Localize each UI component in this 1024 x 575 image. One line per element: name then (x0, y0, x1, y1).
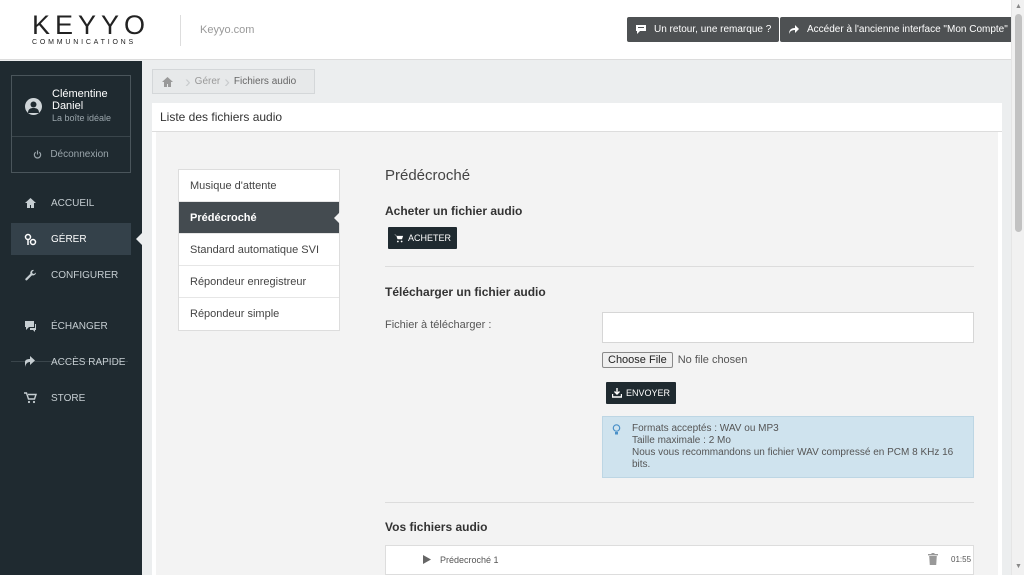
audio-file-duration: 01:55 (951, 555, 972, 564)
file-path-input[interactable] (602, 312, 974, 343)
old-interface-label: Accéder à l'ancienne interface "Mon Comp… (807, 24, 1008, 35)
feedback-button[interactable]: Un retour, une remarque ? (627, 17, 780, 42)
nav-item-acces-rapide[interactable]: ACCÈS RAPIDE (11, 346, 131, 378)
info-line-size: Taille maximale : 2 Mo (632, 435, 731, 446)
breadcrumb-home[interactable] (153, 76, 181, 88)
manage-icon (23, 233, 38, 246)
logo-subtitle: COMMUNICATIONS (32, 39, 137, 46)
buy-title: Acheter un fichier audio (385, 204, 523, 218)
send-button[interactable]: ENVOYER (606, 382, 677, 404)
lightbulb-icon (612, 424, 621, 440)
scroll-up-arrow-icon[interactable]: ▲ (1015, 3, 1022, 10)
wrench-icon (23, 269, 38, 282)
nav-label: ACCUEIL (51, 197, 95, 209)
avatar (25, 98, 42, 115)
logout-label: Déconnexion (50, 149, 109, 160)
choose-file-button[interactable]: Choose File (602, 352, 673, 368)
file-chooser: Choose File No file chosen (602, 351, 747, 369)
nav-label: ACCÈS RAPIDE (51, 356, 126, 368)
breadcrumb-current: Fichiers audio (233, 76, 297, 87)
user-first-name: Clémentine (52, 88, 108, 100)
nav-label: STORE (51, 392, 86, 404)
home-icon (23, 197, 38, 209)
scroll-down-arrow-icon[interactable]: ▼ (1015, 563, 1022, 570)
info-line-formats: Formats acceptés : WAV ou MP3 (632, 423, 779, 434)
buy-button[interactable]: ACHETER (388, 227, 458, 249)
user-card: Clémentine Daniel La boîte idéale Déconn… (11, 75, 131, 173)
divider (385, 266, 974, 267)
nav-item-accueil[interactable]: ACCUEIL (11, 187, 131, 219)
audio-file-name: Prédecroché 1 (440, 555, 499, 565)
scrollbar-thumb[interactable] (1015, 14, 1022, 232)
content-inner: Musique d'attente Prédécroché Standard a… (156, 132, 998, 575)
logo-text: KEYYO (32, 10, 151, 40)
top-bar: KEYYO COMMUNICATIONS Keyyo.com Un retour… (0, 0, 1016, 60)
user-icon (28, 101, 39, 113)
tab-repondeur-enregistreur[interactable]: Répondeur enregistreur (179, 266, 339, 298)
cart-icon (23, 392, 38, 404)
page-scrollbar[interactable]: ▲ ▼ (1011, 0, 1024, 575)
tab-standard-svi[interactable]: Standard automatique SVI (179, 234, 339, 266)
audio-file-row: Prédecroché 1 01:55 (385, 545, 974, 575)
nav-label: ÉCHANGER (51, 320, 108, 332)
power-icon (34, 150, 42, 159)
info-line-recommendation: Nous vous recommandons un fichier WAV co… (632, 447, 954, 470)
nav-label: GÉRER (51, 233, 87, 245)
send-label: ENVOYER (626, 388, 671, 398)
logout-button[interactable]: Déconnexion (12, 136, 130, 172)
upload-info-box: Formats acceptés : WAV ou MP3 Taille max… (602, 416, 974, 478)
upload-title: Télécharger un fichier audio (385, 285, 546, 299)
file-label: Fichier à télécharger : (385, 319, 492, 331)
breadcrumb-separator: › (224, 71, 230, 91)
cart-icon (394, 234, 404, 242)
share-arrow-icon (789, 25, 799, 34)
audio-category-tabs: Musique d'attente Prédécroché Standard a… (178, 169, 340, 331)
no-file-text: No file chosen (677, 354, 748, 366)
header-divider (180, 15, 181, 46)
keyyo-logo[interactable]: KEYYO COMMUNICATIONS (32, 12, 152, 48)
keyyo-site-link[interactable]: Keyyo.com (200, 24, 254, 36)
chat-icon (23, 320, 38, 332)
panel-title: Liste des fichiers audio (152, 103, 1002, 132)
shortcut-icon (23, 356, 38, 368)
nav-item-echanger[interactable]: ÉCHANGER (11, 310, 131, 342)
nav-label: CONFIGURER (51, 269, 119, 281)
tab-predecroche[interactable]: Prédécroché (179, 202, 340, 234)
breadcrumb-separator: › (185, 71, 191, 91)
buy-label: ACHETER (408, 233, 452, 243)
play-icon[interactable] (423, 555, 431, 566)
home-icon (161, 76, 173, 87)
divider (385, 502, 974, 503)
breadcrumb: › Gérer › Fichiers audio (152, 69, 315, 94)
section-heading: Prédécroché (385, 167, 471, 184)
feedback-label: Un retour, une remarque ? (654, 24, 772, 35)
sidebar: Clémentine Daniel La boîte idéale Déconn… (0, 61, 142, 575)
nav-item-gerer[interactable]: GÉRER (11, 223, 142, 255)
old-interface-button[interactable]: Accéder à l'ancienne interface "Mon Comp… (780, 17, 1016, 42)
content-panel: Musique d'attente Prédécroché Standard a… (152, 132, 1002, 575)
tab-repondeur-simple[interactable]: Répondeur simple (179, 298, 339, 330)
nav-item-store[interactable]: STORE (11, 382, 131, 414)
trash-icon[interactable] (928, 553, 938, 567)
breadcrumb-gerer[interactable]: Gérer (195, 76, 221, 87)
comment-icon (636, 25, 646, 34)
your-files-title: Vos fichiers audio (385, 520, 488, 534)
user-name: Clémentine Daniel (52, 88, 130, 112)
user-company: La boîte idéale (52, 113, 112, 123)
tab-musique-attente[interactable]: Musique d'attente (179, 170, 339, 202)
nav-item-configurer[interactable]: CONFIGURER (11, 259, 131, 291)
upload-icon (612, 388, 622, 398)
user-last-name: Daniel (52, 100, 84, 112)
